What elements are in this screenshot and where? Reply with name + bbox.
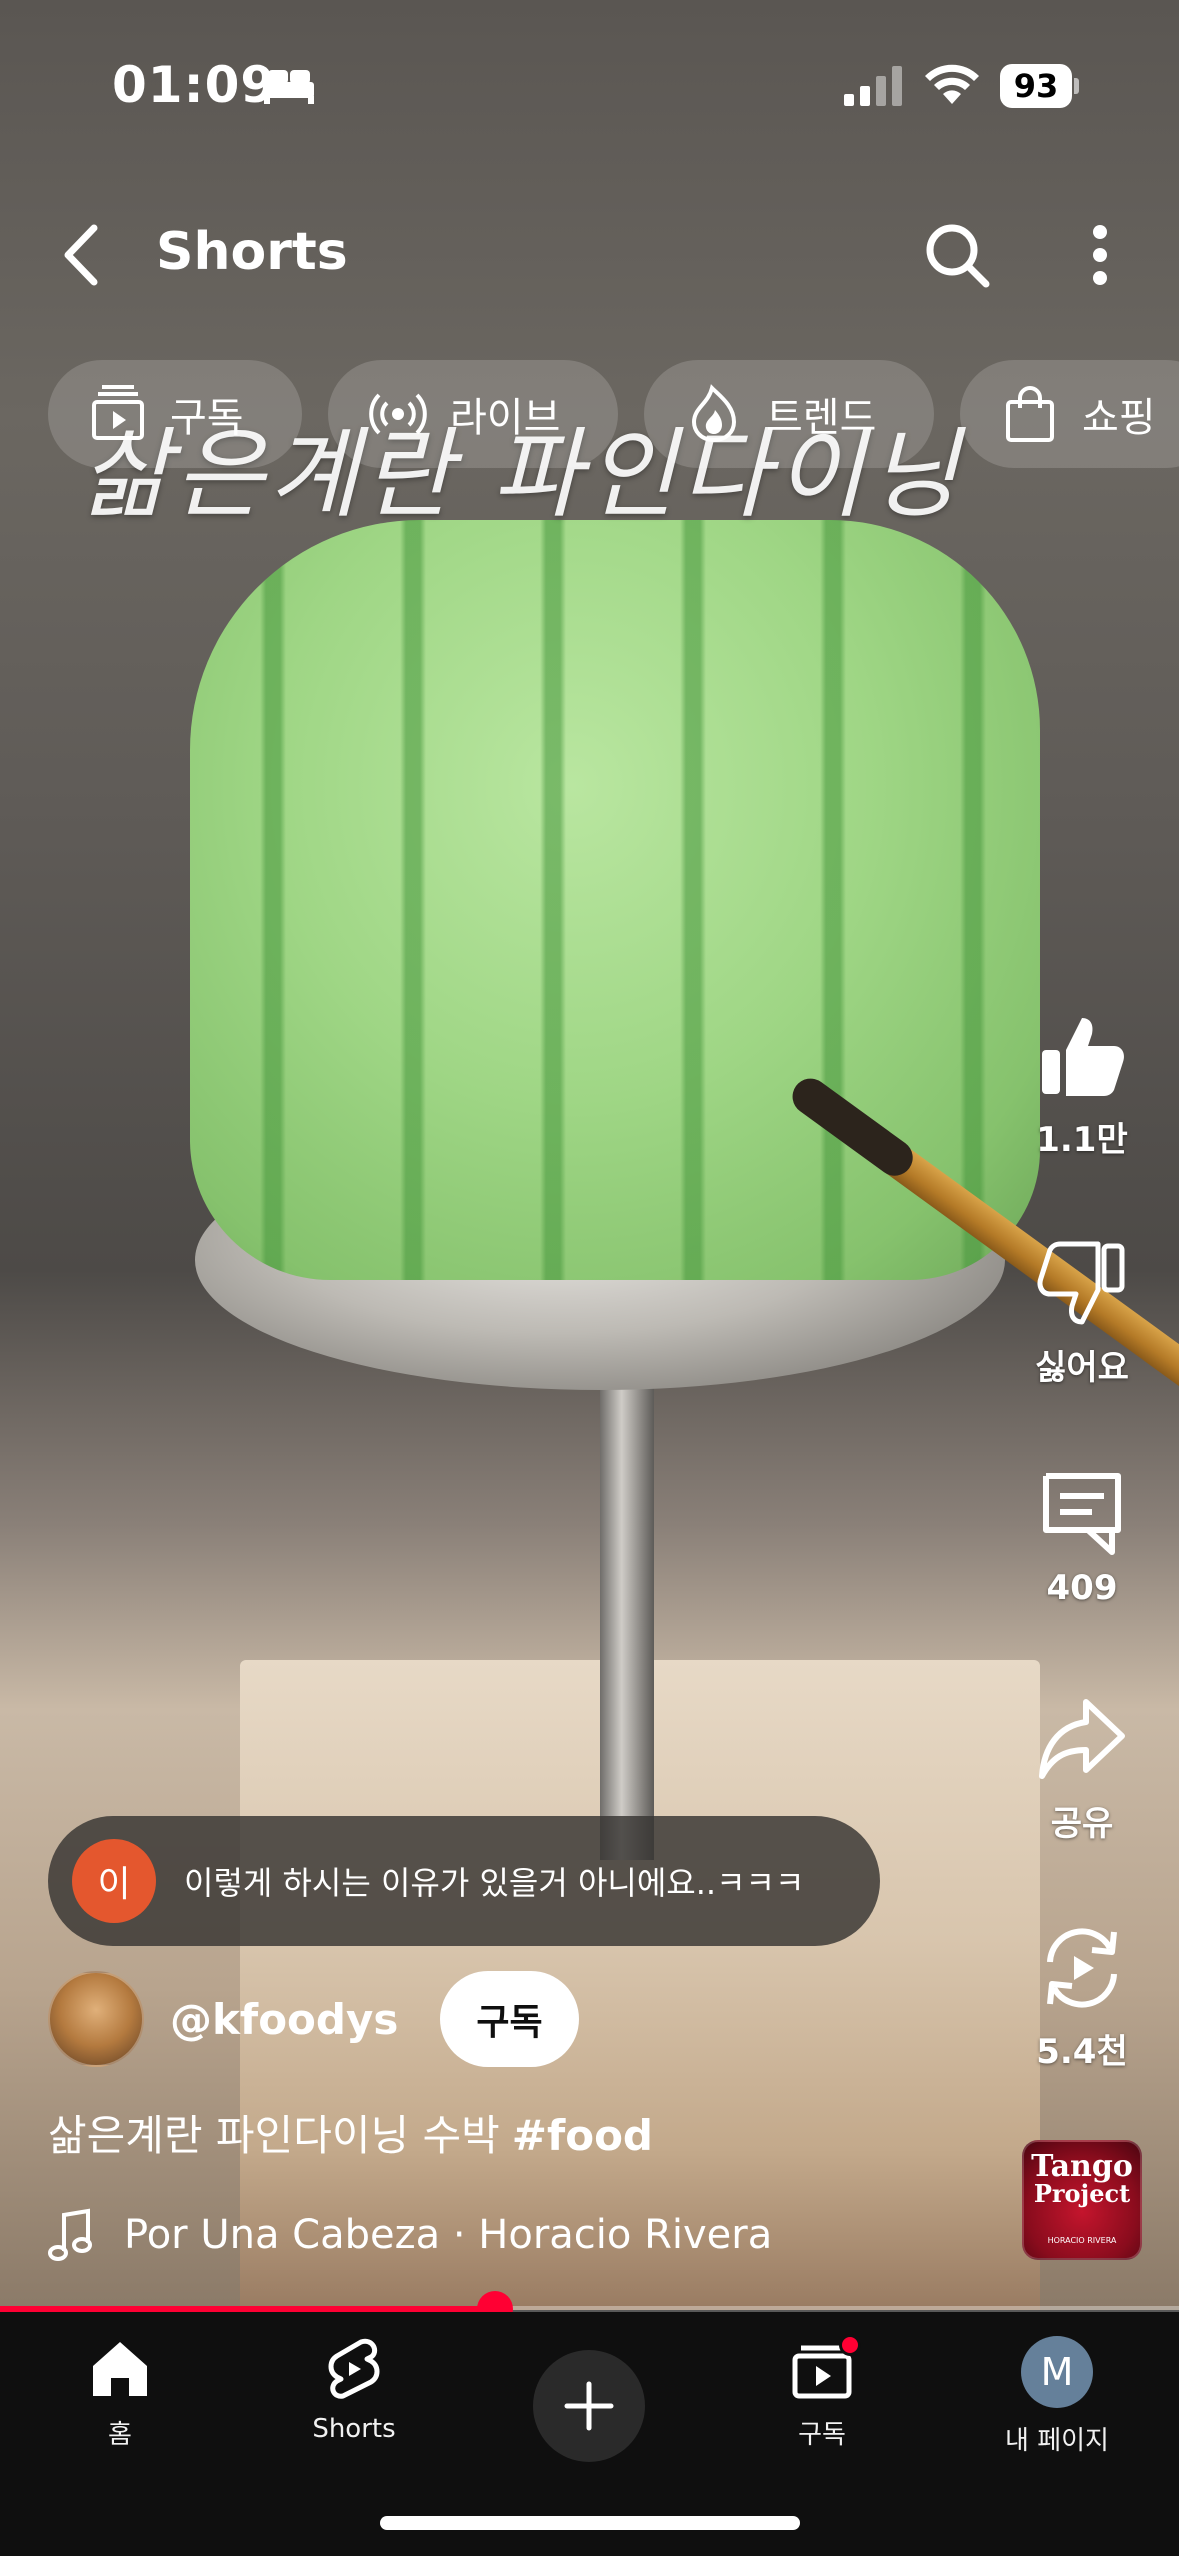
chip-label: 쇼핑: [1082, 395, 1156, 441]
create-button[interactable]: [533, 2350, 645, 2462]
channel-avatar[interactable]: [48, 1971, 144, 2067]
subscriptions-icon: [92, 385, 144, 440]
like-button[interactable]: 1.1만: [1020, 1010, 1144, 1161]
dislike-label: 싫어요: [1035, 1348, 1129, 1388]
comment-icon: [1043, 1473, 1121, 1555]
album-text-line2: Project: [1033, 2179, 1131, 2208]
remix-count: 5.4천: [1036, 2032, 1128, 2072]
album-text-line3: HORACIO RIVERA: [1047, 2236, 1117, 2245]
share-label: 공유: [1050, 1804, 1114, 1844]
page-title: Shorts: [156, 222, 348, 282]
music-note-icon: [48, 2208, 92, 2261]
shopping-bag-icon: [1006, 386, 1054, 442]
nav-subscriptions[interactable]: 구독: [722, 2334, 922, 2451]
video-stem: [600, 1380, 654, 1860]
chip-label: 구독: [170, 395, 244, 441]
nav-home[interactable]: 홈: [20, 2336, 220, 2451]
nav-subscriptions-label: 구독: [798, 2420, 846, 2450]
chip-live[interactable]: 라이브: [328, 360, 618, 468]
nav-profile[interactable]: M 내 페이지: [957, 2336, 1157, 2457]
nav-shorts[interactable]: Shorts: [254, 2336, 454, 2444]
live-icon: [369, 393, 427, 435]
share-button[interactable]: 공유: [1020, 1694, 1144, 1845]
chip-subscriptions[interactable]: 구독: [48, 360, 302, 468]
shorts-icon: [328, 2338, 380, 2399]
sleep-mode-icon: [264, 70, 314, 104]
thumbs-down-icon: [1037, 1241, 1125, 1325]
remix-button[interactable]: 5.4천: [1020, 1922, 1144, 2073]
battery-icon: 93: [1000, 64, 1079, 108]
shorts-header: Shorts: [0, 200, 1179, 310]
comment-avatar: 이: [72, 1839, 156, 1923]
comments-button[interactable]: 409: [1020, 1466, 1144, 1608]
chip-label: 트렌드: [766, 395, 877, 441]
trending-icon: [691, 384, 737, 443]
nav-shorts-label: Shorts: [312, 2414, 396, 2444]
subscribe-button[interactable]: 구독: [440, 1971, 579, 2067]
like-count: 1.1만: [1036, 1120, 1128, 1160]
chip-shopping[interactable]: 쇼핑: [960, 360, 1179, 468]
battery-level: 93: [1000, 64, 1072, 108]
comment-text: 이렇게 하시는 이유가 있을거 아니에요..ㅋㅋㅋ: [184, 1864, 805, 1902]
profile-avatar: M: [1021, 2336, 1093, 2408]
channel-row: @kfoodys 구독: [48, 1970, 748, 2068]
comment-count: 409: [1046, 1568, 1118, 1608]
home-indicator: [380, 2516, 800, 2530]
nav-profile-label: 내 페이지: [1005, 2426, 1109, 2456]
home-icon: [93, 2342, 147, 2396]
channel-handle[interactable]: @kfoodys: [170, 1995, 398, 2044]
category-chips: 구독 라이브 트렌드 쇼핑: [48, 360, 1179, 468]
chip-trending[interactable]: 트렌드: [644, 360, 934, 468]
remix-icon: [1047, 1928, 1117, 2008]
music-album-thumbnail[interactable]: Tango Project HORACIO RIVERA: [1022, 2140, 1142, 2260]
chip-label: 라이브: [450, 395, 561, 441]
search-icon[interactable]: [920, 218, 994, 292]
music-row[interactable]: Por Una Cabeza · Horacio Rivera: [48, 2200, 772, 2270]
video-player[interactable]: [0, 0, 1179, 2310]
plus-icon: [564, 2381, 614, 2431]
bottom-navigation: 홈 Shorts 구독 M 내 페이지: [0, 2312, 1179, 2556]
more-vertical-icon[interactable]: [1070, 218, 1130, 292]
share-icon: [1039, 1699, 1125, 1779]
album-text-line1: Tango: [1031, 2149, 1133, 2184]
wifi-icon: [925, 64, 979, 104]
nav-home-label: 홈: [108, 2420, 132, 2450]
cellular-signal-icon: [844, 66, 902, 106]
thumbs-up-icon: [1042, 1018, 1124, 1096]
video-title-text: 삶은계란 파인다이닝 수박: [48, 2111, 500, 2160]
dislike-button[interactable]: 싫어요: [1020, 1238, 1144, 1389]
top-comment-pill[interactable]: 이 이렇게 하시는 이유가 있을거 아니에요..ㅋㅋㅋ: [48, 1816, 880, 1946]
status-bar: 01:09 93: [0, 0, 1179, 150]
video-title[interactable]: 삶은계란 파인다이닝 수박 #food: [48, 2102, 653, 2163]
back-arrow-icon[interactable]: [50, 220, 120, 290]
status-time: 01:09: [112, 56, 277, 114]
hashtag-link[interactable]: #food: [512, 2111, 653, 2160]
notification-dot: [839, 2334, 861, 2356]
music-track: Por Una Cabeza · Horacio Rivera: [124, 2212, 773, 2258]
